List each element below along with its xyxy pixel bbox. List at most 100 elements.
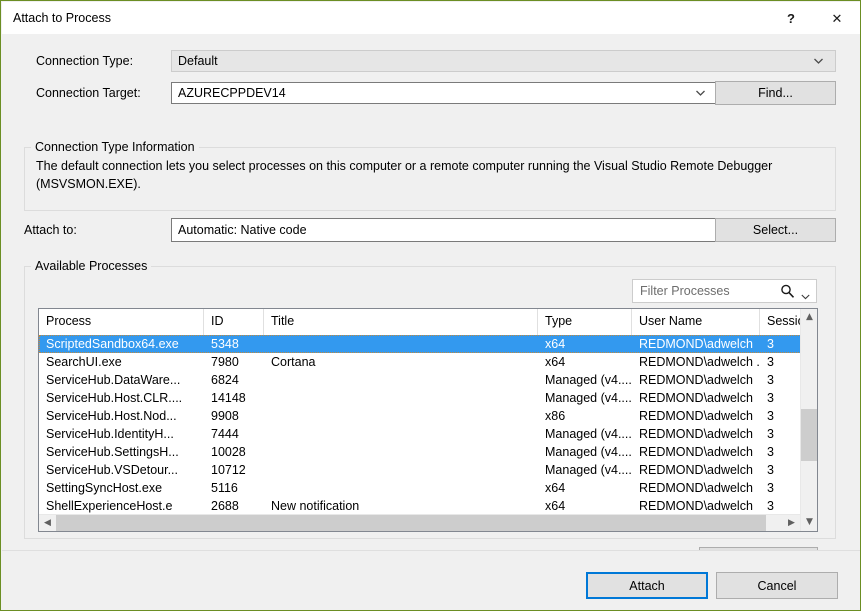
column-header-title[interactable]: Title bbox=[264, 309, 538, 335]
cell-id: 7444 bbox=[211, 425, 266, 443]
connection-type-value: Default bbox=[178, 54, 218, 68]
search-icon[interactable] bbox=[779, 283, 796, 300]
connection-type-dropdown[interactable]: Default bbox=[171, 50, 836, 72]
cell-type: Managed (v4.... bbox=[545, 371, 633, 389]
connection-type-label: Connection Type: bbox=[36, 54, 133, 68]
attach-to-value-field: Automatic: Native code bbox=[171, 218, 716, 242]
attach-to-process-dialog: Attach to Process ? ✕ Connection Type: D… bbox=[0, 0, 861, 611]
filter-processes-input[interactable]: Filter Processes bbox=[632, 279, 817, 303]
table-row[interactable]: ShellExperienceHost.e 2688 New notificatio… bbox=[39, 497, 817, 515]
cell-type: x64 bbox=[545, 335, 633, 353]
filter-placeholder: Filter Processes bbox=[640, 284, 730, 298]
cell-id: 9908 bbox=[211, 407, 266, 425]
scroll-left-icon[interactable]: ◀ bbox=[39, 515, 56, 531]
cell-process: ShellExperienceHost.e bbox=[46, 497, 198, 515]
cell-id: 5116 bbox=[211, 479, 266, 497]
cell-id: 10028 bbox=[211, 443, 266, 461]
column-header-user-name[interactable]: User Name bbox=[632, 309, 760, 335]
vertical-scroll-thumb[interactable] bbox=[801, 409, 818, 461]
content-panel: Connection Type: Default Connection Targ… bbox=[2, 34, 861, 551]
column-header-type[interactable]: Type bbox=[538, 309, 632, 335]
table-row[interactable]: SettingSyncHost.exe 5116 x64 REDMOND\adwelc… bbox=[39, 479, 817, 497]
cell-type: Managed (v4.... bbox=[545, 389, 633, 407]
process-list-horizontal-scrollbar[interactable]: ◀ ▶ bbox=[39, 514, 800, 531]
table-row[interactable]: ServiceHub.VSDetour... 10712 Managed (v4..… bbox=[39, 461, 817, 479]
cell-type: x64 bbox=[545, 479, 633, 497]
scroll-down-icon[interactable]: ▼ bbox=[801, 514, 818, 531]
scroll-right-icon[interactable]: ▶ bbox=[783, 515, 800, 531]
cell-id: 6824 bbox=[211, 371, 266, 389]
table-row[interactable]: ServiceHub.SettingsH... 10028 Managed (v4.… bbox=[39, 443, 817, 461]
attach-to-value: Automatic: Native code bbox=[178, 223, 307, 237]
cell-process: ServiceHub.DataWare... bbox=[46, 371, 198, 389]
cell-id: 7980 bbox=[211, 353, 266, 371]
connection-target-label: Connection Target: bbox=[36, 86, 141, 100]
chevron-down-icon[interactable] bbox=[695, 83, 709, 103]
cell-user-name: REDMOND\adwelch bbox=[639, 443, 761, 461]
window-title: Attach to Process bbox=[13, 11, 111, 25]
title-bar: Attach to Process ? ✕ bbox=[2, 2, 861, 34]
cell-user-name: REDMOND\adwelch bbox=[639, 371, 761, 389]
cell-id: 14148 bbox=[211, 389, 266, 407]
cell-process: ServiceHub.IdentityH... bbox=[46, 425, 198, 443]
process-list-header: Process ID Title Type User Name Session bbox=[39, 309, 817, 336]
cell-user-name: REDMOND\adwelch bbox=[639, 497, 761, 515]
connection-info-line-2: (MSVSMON.EXE). bbox=[36, 175, 826, 193]
cell-user-name: REDMOND\adwelch bbox=[639, 425, 761, 443]
table-row[interactable]: ScriptedSandbox64.exe5348x64REDMOND\adwe… bbox=[39, 335, 817, 353]
find-button[interactable]: Find... bbox=[715, 81, 836, 105]
column-header-id[interactable]: ID bbox=[204, 309, 264, 335]
column-header-session[interactable]: Session bbox=[760, 309, 801, 335]
dialog-footer: Attach Cancel bbox=[2, 550, 861, 611]
cell-type: Managed (v4.... bbox=[545, 443, 633, 461]
cell-user-name: REDMOND\adwelch bbox=[639, 407, 761, 425]
attach-to-label: Attach to: bbox=[24, 223, 77, 237]
process-list[interactable]: Process ID Title Type User Name Session … bbox=[38, 308, 818, 532]
close-icon: ✕ bbox=[814, 3, 860, 34]
help-button[interactable]: ? bbox=[768, 3, 814, 34]
scroll-up-icon[interactable]: ▲ bbox=[801, 309, 818, 326]
cell-id: 5348 bbox=[211, 335, 266, 353]
cell-process: ServiceHub.SettingsH... bbox=[46, 443, 198, 461]
cell-type: x86 bbox=[545, 407, 633, 425]
available-processes-title: Available Processes bbox=[31, 259, 151, 273]
process-list-vertical-scrollbar[interactable]: ▲ ▼ bbox=[800, 309, 817, 531]
chevron-down-icon bbox=[813, 51, 827, 71]
connection-target-input[interactable]: AZURECPPDEV14 bbox=[171, 82, 716, 104]
horizontal-scroll-thumb[interactable] bbox=[56, 515, 766, 531]
cell-id: 10712 bbox=[211, 461, 266, 479]
cell-process: ServiceHub.Host.Nod... bbox=[46, 407, 198, 425]
select-button[interactable]: Select... bbox=[715, 218, 836, 242]
cell-type: Managed (v4.... bbox=[545, 461, 633, 479]
cell-process: SearchUI.exe bbox=[46, 353, 198, 371]
cell-process: SettingSyncHost.exe bbox=[46, 479, 198, 497]
cell-user-name: REDMOND\adwelch bbox=[639, 335, 761, 353]
client-area: Connection Type: Default Connection Targ… bbox=[2, 34, 861, 611]
connection-info-line-1: The default connection lets you select p… bbox=[36, 157, 826, 175]
attach-button[interactable]: Attach bbox=[586, 572, 708, 599]
cell-user-name: REDMOND\adwelch ... bbox=[639, 353, 761, 371]
close-button[interactable]: ✕ bbox=[814, 3, 860, 34]
cell-type: x64 bbox=[545, 497, 633, 515]
table-row[interactable]: ServiceHub.Host.Nod... 9908 x86 REDMOND\adw… bbox=[39, 407, 817, 425]
help-icon: ? bbox=[768, 3, 814, 34]
connection-target-value: AZURECPPDEV14 bbox=[178, 86, 286, 100]
cell-user-name: REDMOND\adwelch bbox=[639, 479, 761, 497]
cell-id: 2688 bbox=[211, 497, 266, 515]
table-row[interactable]: ServiceHub.IdentityH... 7444 Managed (v4..… bbox=[39, 425, 817, 443]
cell-process: ServiceHub.Host.CLR.... bbox=[46, 389, 198, 407]
cell-user-name: REDMOND\adwelch bbox=[639, 389, 761, 407]
table-row[interactable]: ServiceHub.Host.CLR.... 14148 Managed (v4.… bbox=[39, 389, 817, 407]
column-header-process[interactable]: Process bbox=[39, 309, 204, 335]
cancel-button[interactable]: Cancel bbox=[716, 572, 838, 599]
chevron-down-icon[interactable] bbox=[801, 289, 809, 295]
table-row[interactable]: ServiceHub.DataWare... 6824 Managed (v4...… bbox=[39, 371, 817, 389]
cell-type: x64 bbox=[545, 353, 633, 371]
cell-title: Cortana bbox=[271, 353, 536, 371]
cell-type: Managed (v4.... bbox=[545, 425, 633, 443]
cell-title: New notification bbox=[271, 497, 536, 515]
process-list-body[interactable]: ScriptedSandbox64.exe5348x64REDMOND\adwe… bbox=[39, 335, 817, 515]
cell-user-name: REDMOND\adwelch bbox=[639, 461, 761, 479]
cell-process: ServiceHub.VSDetour... bbox=[46, 461, 198, 479]
table-row[interactable]: SearchUI.exe 7980 Cortana x64 REDMOND\adwelc… bbox=[39, 353, 817, 371]
